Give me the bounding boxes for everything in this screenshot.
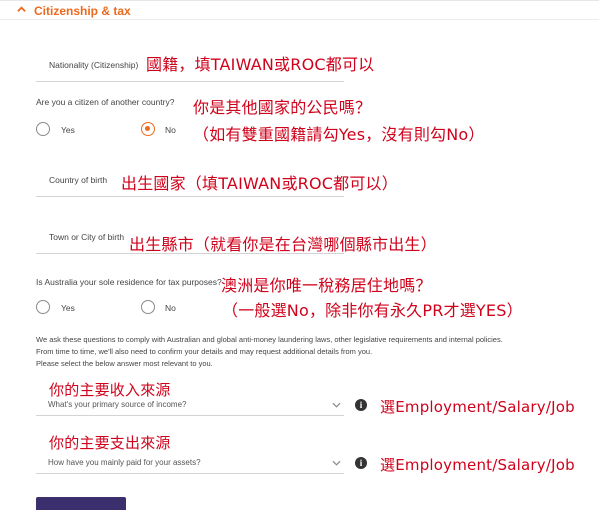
country-of-birth-label: Country of birth: [49, 175, 108, 185]
country-of-birth-annotation: 出生國家（填TAIWAN或ROC都可以）: [121, 174, 398, 193]
tax-residence-yes-label[interactable]: Yes: [61, 303, 75, 313]
tax-residence-question: Is Australia your sole residence for tax…: [36, 277, 222, 287]
chevron-up-icon[interactable]: [17, 5, 26, 14]
asset-payment-info-icon[interactable]: i: [355, 457, 367, 469]
nationality-annotation: 國籍，填TAIWAN或ROC都可以: [146, 55, 375, 74]
radio-selected-dot: [145, 126, 150, 131]
tax-residence-annotation: 澳洲是你唯一稅務居住地嗎？: [221, 276, 432, 295]
chevron-down-icon[interactable]: [332, 460, 341, 466]
town-of-birth-label: Town or City of birth: [49, 232, 125, 242]
other-citizen-yes-label[interactable]: Yes: [61, 125, 75, 135]
town-of-birth-annotation: 出生縣市（就看你是在台灣哪個縣市出生）: [129, 235, 437, 254]
asset-payment-placeholder: How have you mainly paid for your assets…: [48, 458, 201, 467]
tax-residence-no-radio[interactable]: [141, 300, 155, 314]
income-source-placeholder: What's your primary source of income?: [48, 400, 187, 409]
other-citizen-question: Are you a citizen of another country?: [36, 97, 175, 107]
section-header-citizenship-tax[interactable]: Citizenship & tax: [0, 0, 599, 20]
asset-payment-select[interactable]: How have you mainly paid for your assets…: [36, 454, 344, 474]
other-citizen-no-label[interactable]: No: [165, 125, 176, 135]
asset-payment-annotation: 你的主要支出來源: [49, 434, 171, 452]
continue-button[interactable]: [36, 497, 126, 510]
compliance-line-3: Please select the below answer most rele…: [36, 359, 213, 368]
asset-payment-hint: 選Employment/Salary/Job: [380, 456, 575, 474]
other-citizen-annotation-detail: （如有雙重國籍請勾Yes，沒有則勾No）: [193, 125, 485, 144]
income-source-hint: 選Employment/Salary/Job: [380, 398, 575, 416]
compliance-line-2: From time to time, we'll also need to co…: [36, 347, 373, 356]
tax-residence-yes-radio[interactable]: [36, 300, 50, 314]
other-citizen-no-radio[interactable]: [141, 122, 155, 136]
section-title: Citizenship & tax: [34, 4, 131, 18]
income-source-select[interactable]: What's your primary source of income?: [36, 396, 344, 416]
income-source-info-icon[interactable]: i: [355, 399, 367, 411]
tax-residence-annotation-detail: （一般選No，除非你有永久PR才選YES）: [222, 301, 523, 320]
tax-residence-no-label[interactable]: No: [165, 303, 176, 313]
nationality-label: Nationality (Citizenship): [49, 60, 139, 70]
compliance-line-1: We ask these questions to comply with Au…: [36, 335, 503, 344]
chevron-down-icon[interactable]: [332, 402, 341, 408]
compliance-text: We ask these questions to comply with Au…: [36, 334, 503, 370]
other-citizen-yes-radio[interactable]: [36, 122, 50, 136]
other-citizen-annotation: 你是其他國家的公民嗎？: [193, 98, 372, 117]
